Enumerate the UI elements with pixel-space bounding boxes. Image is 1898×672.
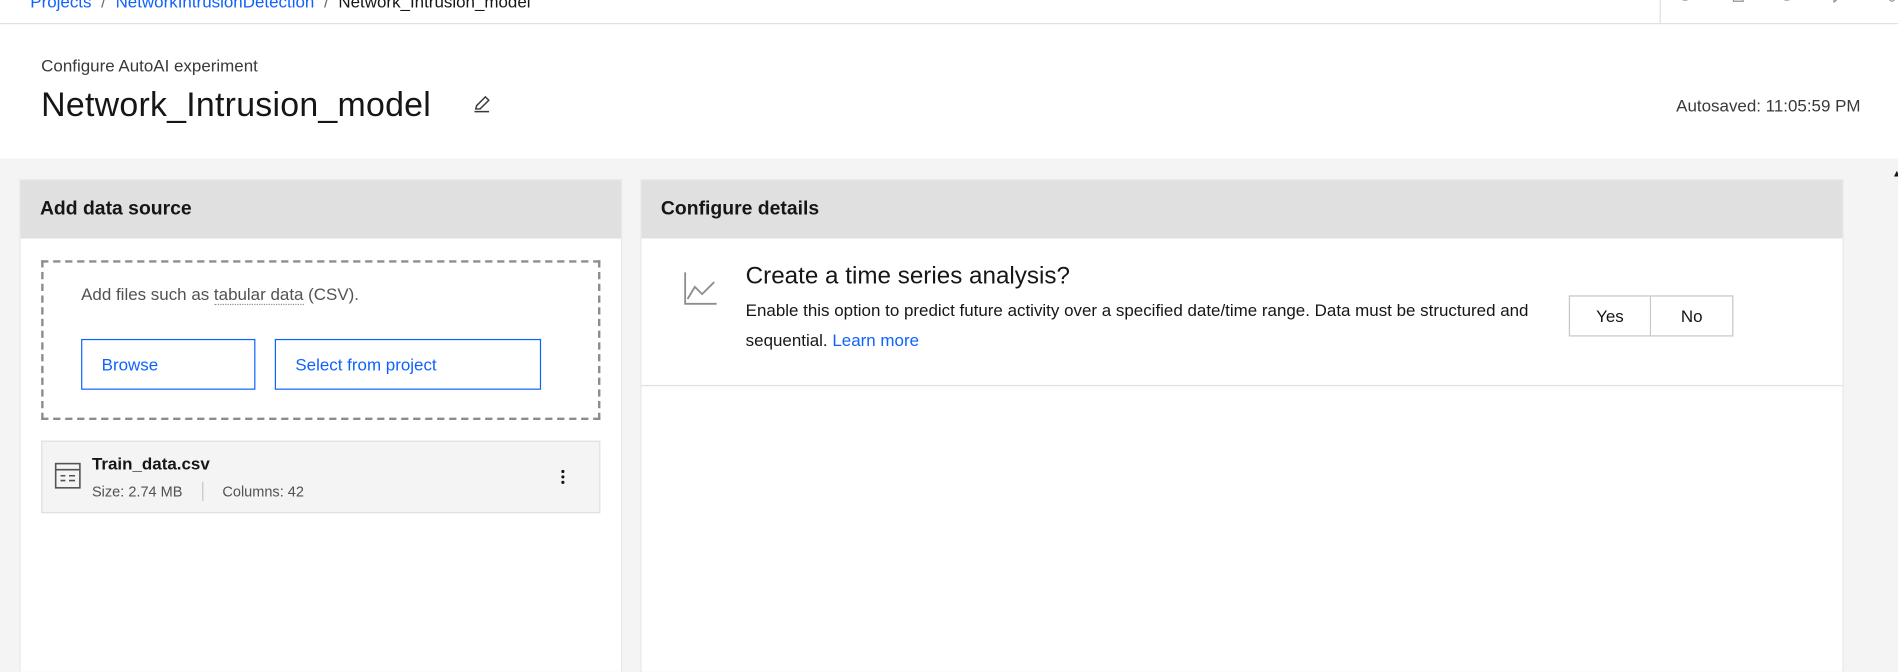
meta-divider: [201, 481, 204, 502]
history-icon[interactable]: [1777, 0, 1796, 10]
breadcrumb-separator: /: [101, 0, 106, 11]
page-title: Network_Intrusion_model: [41, 85, 432, 124]
file-meta: Size: 2.74 MB Columns: 42: [91, 481, 304, 502]
top-bar: Projects / NetworkIntrusionDetection / N…: [0, 0, 1898, 25]
overflow-menu-icon[interactable]: [553, 468, 572, 487]
topbar-divider: [1659, 0, 1661, 25]
breadcrumb-projects[interactable]: Projects: [30, 0, 91, 10]
breadcrumb-project[interactable]: NetworkIntrusionDetection: [116, 0, 315, 10]
flow-icon[interactable]: [1726, 0, 1745, 10]
select-from-project-button[interactable]: Select from project: [274, 338, 542, 390]
data-table-icon: [54, 461, 81, 490]
learn-more-link[interactable]: Learn more: [832, 330, 919, 349]
yes-button[interactable]: Yes: [1568, 295, 1652, 337]
no-button[interactable]: No: [1651, 295, 1734, 337]
time-series-description: Enable this option to predict future act…: [746, 295, 1557, 356]
breadcrumb-separator: /: [323, 0, 329, 11]
data-source-heading: Add data source: [20, 180, 621, 239]
share-icon[interactable]: [1879, 0, 1898, 10]
breadcrumb: Projects / NetworkIntrusionDetection / N…: [30, 0, 530, 10]
time-series-section: Create a time series analysis? Enable th…: [641, 238, 1843, 387]
file-card: Train_data.csv Size: 2.74 MB Columns: 42: [41, 440, 601, 514]
edit-icon[interactable]: [472, 94, 491, 113]
configure-details-heading: Configure details: [641, 180, 1843, 239]
time-series-title: Create a time series analysis?: [745, 262, 1070, 290]
browse-button[interactable]: Browse: [81, 338, 256, 390]
data-source-panel: Add data source Add files such as tabula…: [20, 180, 621, 672]
page-header: Configure AutoAI experiment Network_Intr…: [0, 25, 1898, 159]
topbar-actions: [1675, 0, 1898, 10]
file-size: Size: 2.74 MB: [91, 482, 183, 500]
file-name: Train_data.csv: [91, 453, 210, 474]
breadcrumb-current: Network_Intrusion_model: [338, 0, 531, 11]
page-subtitle: Configure AutoAI experiment: [41, 55, 258, 76]
dropzone-hint: Add files such as tabular data (CSV).: [81, 284, 360, 306]
hint-prefix: Add files such as: [81, 284, 214, 304]
info-icon[interactable]: [1675, 0, 1694, 10]
line-chart-icon: [683, 270, 719, 306]
page-scrollbar[interactable]: ▲: [1892, 158, 1898, 672]
time-series-toggle: Yes No: [1568, 295, 1734, 337]
chat-icon[interactable]: [1828, 0, 1847, 10]
autoai-configure-page: Projects / NetworkIntrusionDetection / N…: [0, 0, 1898, 672]
file-dropzone[interactable]: Add files such as tabular data (CSV). Br…: [41, 260, 601, 421]
hint-term-tooltip[interactable]: tabular data: [213, 284, 304, 306]
scroll-up-icon[interactable]: ▲: [1892, 168, 1898, 179]
file-columns: Columns: 42: [222, 482, 304, 500]
hint-suffix: (CSV).: [303, 284, 360, 304]
configure-details-panel: Configure details Create a time series a…: [641, 180, 1843, 672]
autosave-status: Autosaved: 11:05:59 PM: [1676, 95, 1861, 115]
